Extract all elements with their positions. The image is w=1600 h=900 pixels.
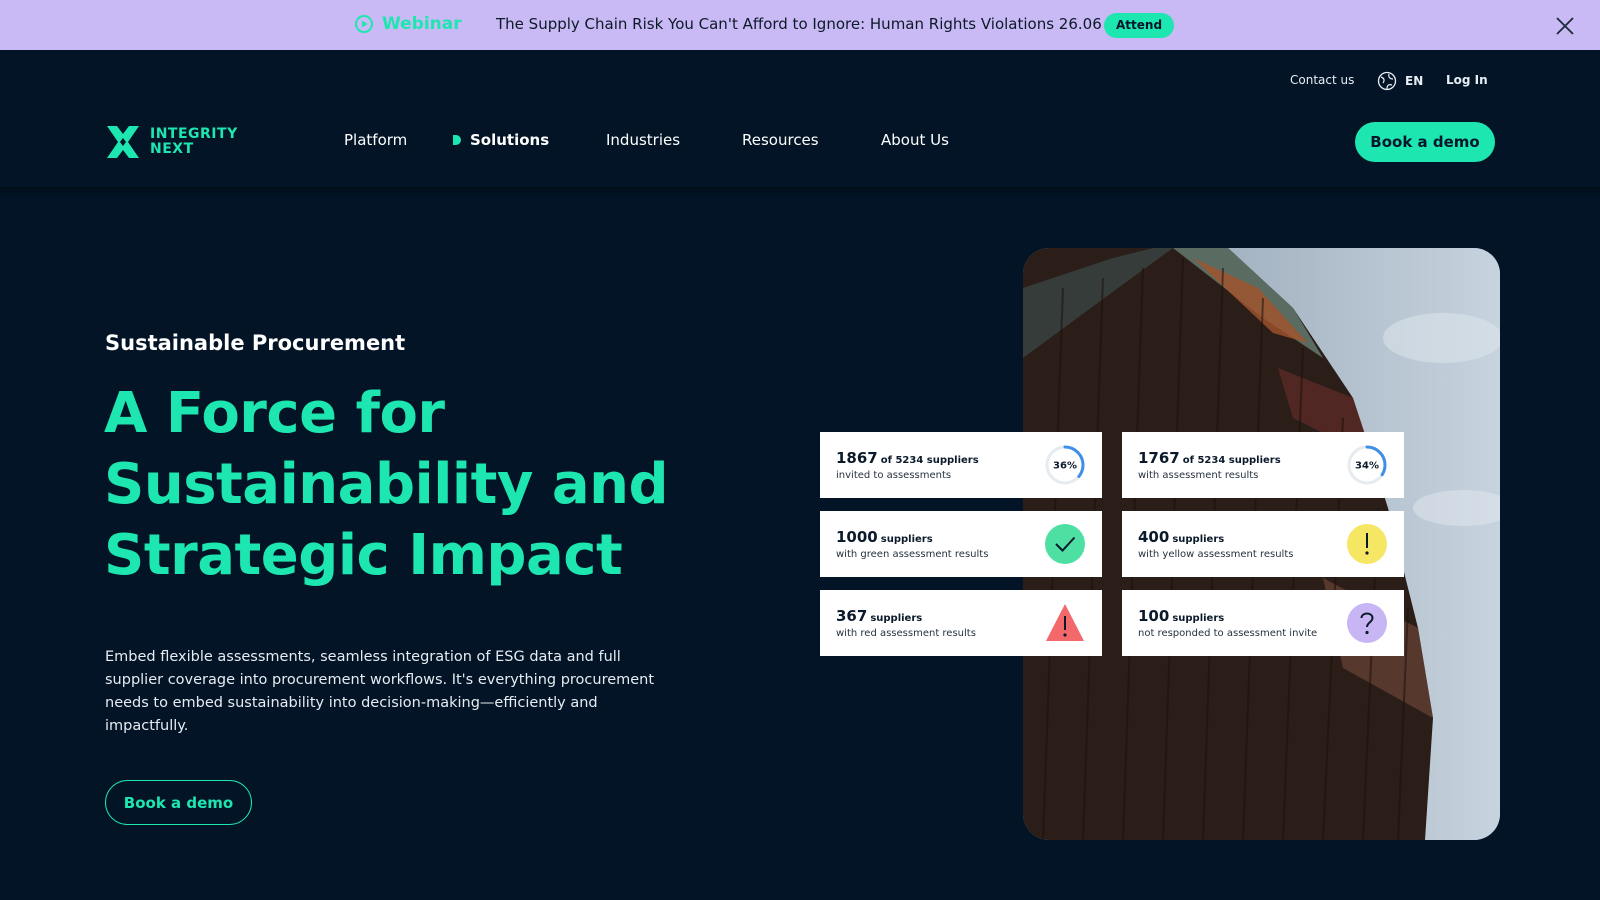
stat-card-green: 1000 suppliers with green assessment resu… bbox=[820, 511, 1102, 577]
nav-solutions-label: Solutions bbox=[470, 131, 550, 149]
attend-button[interactable]: Attend bbox=[1104, 13, 1175, 38]
webinar-tag[interactable]: Webinar bbox=[354, 14, 462, 34]
stat-card-invited: 1867 of 5234 suppliers invited to assessm… bbox=[820, 432, 1102, 498]
stat-card-red: 367 suppliers with red assessment results bbox=[820, 590, 1102, 656]
stat-unit: of 5234 suppliers bbox=[880, 455, 979, 466]
headline-line-2: Sustainability and bbox=[104, 452, 669, 517]
globe-icon bbox=[1377, 71, 1397, 91]
stat-description: with red assessment results bbox=[836, 628, 976, 639]
hero-headline: A Force for Sustainability and Strategic… bbox=[104, 378, 724, 591]
integrity-next-logo-icon bbox=[107, 126, 139, 158]
logo-line-2: NEXT bbox=[150, 141, 194, 157]
exclamation-icon bbox=[1347, 524, 1387, 564]
stat-number: 400 bbox=[1138, 528, 1170, 546]
active-indicator-icon bbox=[453, 135, 461, 145]
stat-description: not responded to assessment invite bbox=[1138, 628, 1318, 639]
webinar-label: Webinar bbox=[382, 14, 462, 34]
announcement-banner: Webinar The Supply Chain Risk You Can't … bbox=[0, 0, 1600, 50]
stat-card-yellow: 400 suppliers with yellow assessment resu… bbox=[1122, 511, 1404, 577]
play-circle-icon bbox=[355, 15, 373, 33]
language-label: EN bbox=[1405, 74, 1424, 88]
warning-triangle-icon bbox=[1046, 604, 1084, 641]
stat-card-not-responded: 100 suppliers not responded to assessment… bbox=[1122, 590, 1404, 656]
stat-number: 1000 bbox=[836, 528, 878, 546]
nav-resources[interactable]: Resources bbox=[742, 131, 819, 149]
stat-number: 367 bbox=[836, 607, 868, 625]
stat-value: 1000 suppliers bbox=[836, 528, 933, 546]
stat-value: 1767 of 5234 suppliers bbox=[1138, 449, 1281, 467]
headline-line-3: Strategic Impact bbox=[104, 523, 623, 588]
stat-number: 1867 bbox=[836, 449, 878, 467]
stat-unit: of 5234 suppliers bbox=[1182, 455, 1281, 466]
log-in-link[interactable]: Log In bbox=[1446, 73, 1488, 87]
percent-label: 36% bbox=[1053, 461, 1077, 472]
stat-value: 1867 of 5234 suppliers bbox=[836, 449, 979, 467]
stat-number: 100 bbox=[1138, 607, 1170, 625]
stat-unit: suppliers bbox=[870, 613, 923, 624]
banner-message[interactable]: The Supply Chain Risk You Can't Afford t… bbox=[496, 15, 1102, 33]
nav-platform[interactable]: Platform bbox=[344, 131, 407, 149]
logo[interactable]: INTEGRITY NEXT bbox=[104, 123, 238, 161]
hero-description: Embed flexible assessments, seamless int… bbox=[105, 649, 655, 734]
stat-unit: suppliers bbox=[880, 534, 933, 545]
check-icon bbox=[1045, 524, 1085, 564]
language-selector[interactable]: EN bbox=[1377, 71, 1423, 91]
stat-value: 100 suppliers bbox=[1138, 607, 1224, 625]
stat-card-results: 1767 of 5234 suppliers with assessment re… bbox=[1122, 432, 1404, 498]
stat-unit: suppliers bbox=[1172, 534, 1225, 545]
stat-value: 400 suppliers bbox=[1138, 528, 1224, 546]
progress-ring-icon: 34% bbox=[1347, 445, 1387, 485]
hero-eyebrow: Sustainable Procurement bbox=[105, 331, 406, 355]
headline-line-1: A Force for bbox=[104, 381, 445, 446]
logo-line-1: INTEGRITY bbox=[150, 126, 238, 142]
logo-wordmark: INTEGRITY NEXT bbox=[150, 127, 238, 157]
nav-divider bbox=[0, 187, 1600, 197]
close-icon[interactable] bbox=[1554, 15, 1576, 37]
contact-us-link[interactable]: Contact us bbox=[1290, 73, 1354, 87]
nav-about-us[interactable]: About Us bbox=[881, 131, 949, 149]
progress-ring-icon: 36% bbox=[1045, 445, 1085, 485]
stat-description: with assessment results bbox=[1138, 470, 1259, 481]
book-demo-hero-button[interactable]: Book a demo bbox=[105, 780, 252, 825]
stat-unit: suppliers bbox=[1172, 613, 1225, 624]
stat-number: 1767 bbox=[1138, 449, 1180, 467]
book-demo-header-button[interactable]: Book a demo bbox=[1355, 122, 1495, 162]
stat-description: with yellow assessment results bbox=[1138, 549, 1294, 560]
nav-industries[interactable]: Industries bbox=[606, 131, 680, 149]
stat-description: with green assessment results bbox=[836, 549, 989, 560]
percent-label: 34% bbox=[1355, 461, 1379, 472]
stat-description: invited to assessments bbox=[836, 470, 952, 481]
stat-value: 367 suppliers bbox=[836, 607, 922, 625]
question-icon bbox=[1347, 603, 1387, 643]
nav-solutions[interactable]: Solutions bbox=[453, 131, 549, 149]
